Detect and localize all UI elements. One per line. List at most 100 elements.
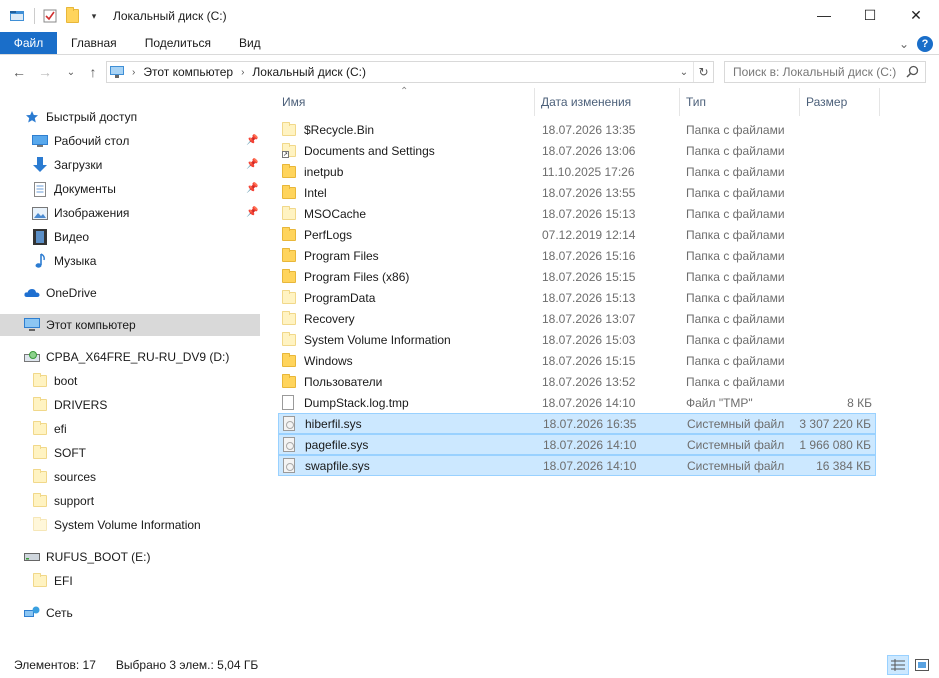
sidebar-item-label: efi: [54, 422, 67, 436]
sidebar-item-folder[interactable]: System Volume Information: [32, 514, 201, 536]
pin-icon[interactable]: 📌: [246, 207, 258, 218]
address-bar[interactable]: › Этот компьютер › Локальный диск (C:) ⌄…: [106, 61, 714, 83]
column-header-size[interactable]: Размер: [800, 88, 880, 116]
sidebar-item-label: Видео: [54, 230, 90, 244]
folder-icon: [282, 184, 298, 201]
sidebar-item-folder[interactable]: boot: [32, 370, 77, 392]
folder-icon: [282, 226, 298, 243]
file-name-cell: Windows: [282, 352, 353, 369]
file-name: inetpub: [304, 164, 344, 179]
table-row[interactable]: DumpStack.log.tmp 18.07.2026 14:10 Файл "T…: [278, 392, 876, 413]
column-header-type[interactable]: Тип: [680, 88, 800, 116]
table-row[interactable]: Program Files 18.07.2026 15:16 Папка с фай…: [278, 245, 876, 266]
recent-locations-button[interactable]: ⌄: [62, 62, 80, 82]
table-row[interactable]: hiberfil.sys 18.07.2026 16:35 Системный фа…: [278, 413, 876, 434]
sidebar-item-folder[interactable]: DRIVERS: [32, 394, 107, 416]
pin-icon[interactable]: 📌: [246, 159, 258, 170]
large-icons-view-button[interactable]: [911, 655, 933, 675]
file-date: 18.07.2026 15:15: [542, 269, 636, 284]
tab-file[interactable]: Файл: [0, 32, 57, 54]
minimize-button[interactable]: —: [801, 0, 847, 30]
table-row[interactable]: PerfLogs 07.12.2019 12:14 Папка с файлами: [278, 224, 876, 245]
pin-icon[interactable]: 📌: [246, 183, 258, 194]
expand-ribbon-icon[interactable]: ⌄: [899, 37, 909, 51]
sidebar-item-folder[interactable]: EFI: [32, 570, 73, 592]
help-icon[interactable]: ?: [917, 35, 933, 52]
sidebar-item-folder[interactable]: sources: [32, 466, 96, 488]
status-bar: Элементов: 17 Выбрано 3 элем.: 5,04 ГБ: [0, 652, 939, 678]
table-row[interactable]: Recovery 18.07.2026 13:07 Папка с файлами: [278, 308, 876, 329]
table-row[interactable]: ↗ Documents and Settings 18.07.2026 13:06 П…: [278, 140, 876, 161]
maximize-button[interactable]: ☐: [847, 0, 893, 30]
file-type: Папка с файлами: [686, 122, 785, 137]
close-button[interactable]: ✕: [893, 0, 939, 30]
sidebar-item-drive-d[interactable]: CPBA_X64FRE_RU-RU_DV9 (D:): [24, 346, 229, 368]
file-name: Recovery: [304, 311, 355, 326]
chevron-down-icon[interactable]: ⌄: [677, 62, 691, 82]
folder-icon: [282, 268, 298, 285]
file-type: Папка с файлами: [686, 227, 785, 242]
sidebar-item-downloads[interactable]: Загрузки: [32, 154, 102, 176]
file-name-cell: System Volume Information: [282, 331, 451, 348]
breadcrumb-local-disk[interactable]: Локальный диск (C:): [252, 65, 366, 79]
sidebar-item-folder[interactable]: SOFT: [32, 442, 86, 464]
file-name: hiberfil.sys: [305, 416, 362, 431]
table-row[interactable]: $Recycle.Bin 18.07.2026 13:35 Папка с файл…: [278, 119, 876, 140]
pin-icon[interactable]: 📌: [246, 135, 258, 146]
sidebar-item-label: support: [54, 494, 95, 508]
column-header-label: Имя: [282, 95, 306, 109]
sidebar-item-folder[interactable]: support: [32, 490, 94, 512]
refresh-icon[interactable]: ↻: [693, 62, 713, 82]
desktop-icon: [32, 133, 48, 149]
folder-icon: [282, 289, 298, 306]
cloud-icon: [24, 285, 40, 301]
table-row[interactable]: pagefile.sys 18.07.2026 14:10 Системный фа…: [278, 434, 876, 455]
file-type: Папка с файлами: [686, 332, 785, 347]
properties-icon[interactable]: [41, 7, 59, 25]
up-button[interactable]: ↑: [84, 62, 102, 82]
column-header-name[interactable]: Имя ⌃: [276, 86, 535, 116]
sidebar-item-music[interactable]: Музыка: [32, 250, 96, 272]
table-row[interactable]: System Volume Information 18.07.2026 15:0…: [278, 329, 876, 350]
breadcrumb-this-pc[interactable]: Этот компьютер: [143, 65, 233, 79]
table-row[interactable]: ProgramData 18.07.2026 15:13 Папка с файла…: [278, 287, 876, 308]
sidebar-item-this-pc[interactable]: Этот компьютер: [0, 314, 260, 336]
customize-quick-access-icon[interactable]: ▾: [85, 7, 103, 25]
table-row[interactable]: Intel 18.07.2026 13:55 Папка с файлами: [278, 182, 876, 203]
breadcrumb-separator[interactable]: ›: [241, 67, 244, 78]
new-folder-icon[interactable]: [63, 7, 81, 25]
table-row[interactable]: Program Files (x86) 18.07.2026 15:15 Папка…: [278, 266, 876, 287]
file-date: 18.07.2026 13:35: [542, 122, 636, 137]
sidebar-item-network[interactable]: Сеть: [24, 602, 73, 624]
breadcrumb-separator[interactable]: ›: [132, 67, 135, 78]
tab-share[interactable]: Поделиться: [131, 32, 225, 54]
table-row[interactable]: Пользователи 18.07.2026 13:52 Папка с файл…: [278, 371, 876, 392]
sidebar-item-folder[interactable]: efi: [32, 418, 67, 440]
tab-view[interactable]: Вид: [225, 32, 275, 54]
table-row[interactable]: MSOCache 18.07.2026 15:13 Папка с файлами: [278, 203, 876, 224]
column-header-date[interactable]: Дата изменения: [535, 88, 680, 116]
details-view-button[interactable]: [887, 655, 909, 675]
table-row[interactable]: swapfile.sys 18.07.2026 14:10 Системный фа…: [278, 455, 876, 476]
sidebar-item-quick-access[interactable]: Быстрый доступ: [24, 106, 137, 128]
table-row[interactable]: inetpub 11.10.2025 17:26 Папка с файлами: [278, 161, 876, 182]
sidebar-item-onedrive[interactable]: OneDrive: [24, 282, 97, 304]
tab-home[interactable]: Главная: [57, 32, 131, 54]
sidebar-item-drive-e[interactable]: RUFUS_BOOT (E:): [24, 546, 150, 568]
sidebar-item-documents[interactable]: Документы: [32, 178, 116, 200]
back-button[interactable]: ←: [10, 62, 28, 82]
forward-button[interactable]: →: [36, 62, 54, 82]
file-type: Папка с файлами: [686, 374, 785, 389]
explorer-icon[interactable]: [8, 7, 26, 25]
sidebar-item-desktop[interactable]: Рабочий стол: [32, 130, 129, 152]
star-icon: [24, 109, 40, 125]
sidebar-item-label: Загрузки: [54, 158, 103, 172]
table-row[interactable]: Windows 18.07.2026 15:15 Папка с файлами: [278, 350, 876, 371]
sidebar-item-pictures[interactable]: Изображения: [32, 202, 129, 224]
sidebar-item-video[interactable]: Видео: [32, 226, 89, 248]
file-name: DumpStack.log.tmp: [304, 395, 409, 410]
pictures-icon: [32, 205, 48, 221]
search-input[interactable]: Поиск в: Локальный диск (C:): [724, 61, 926, 83]
file-name: Intel: [304, 185, 327, 200]
file-type: Системный файл: [687, 416, 785, 431]
